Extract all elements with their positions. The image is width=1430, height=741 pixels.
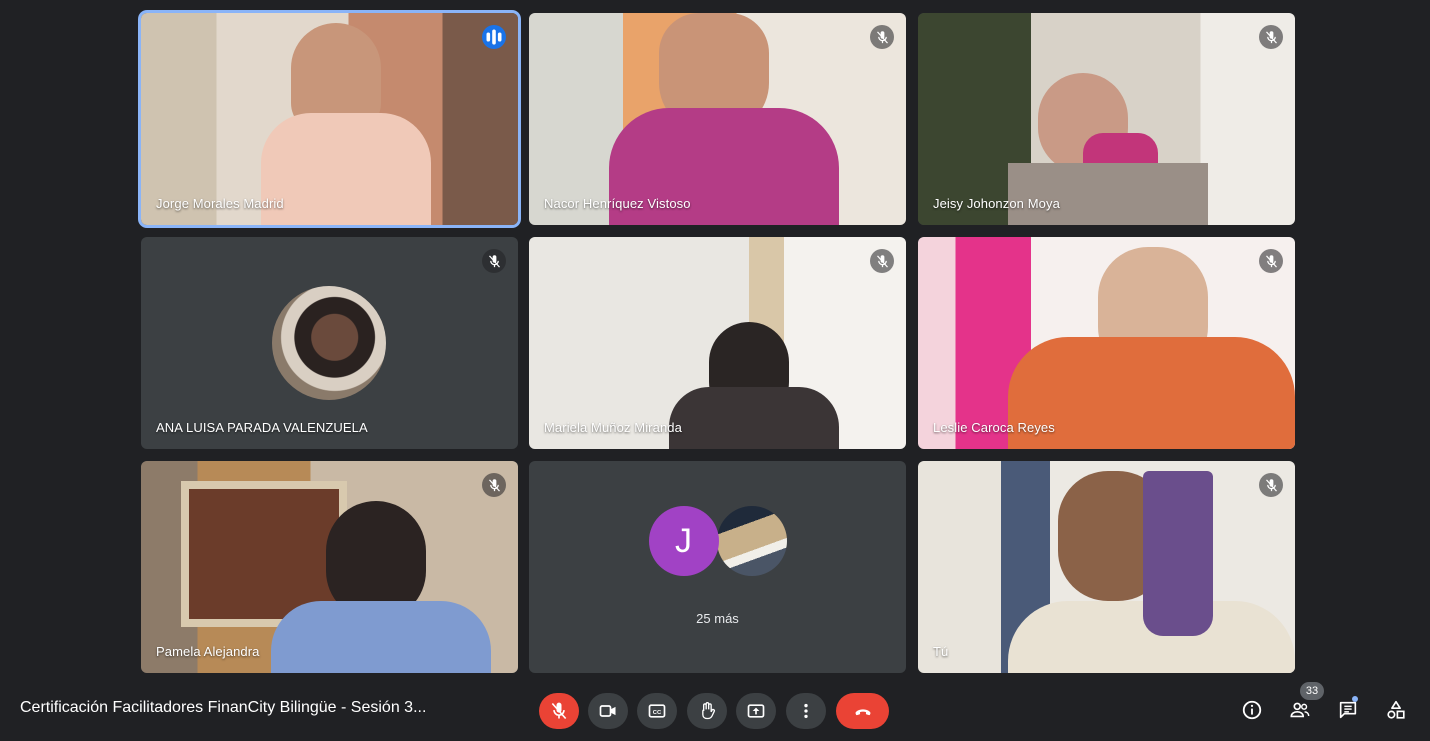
captions-icon: CC: [648, 704, 666, 718]
phone-hangup-icon: [855, 709, 870, 716]
hand-icon: [702, 702, 715, 720]
raise-hand-button[interactable]: [687, 693, 727, 729]
more-participants-tile[interactable]: J 25 más: [529, 461, 906, 673]
mic-off-icon: [1259, 249, 1283, 273]
participant-tile-pamela[interactable]: Pamela Alejandra: [141, 461, 518, 673]
chat-notification-dot: [1352, 696, 1358, 702]
mic-off-icon: [482, 473, 506, 497]
video-feed: [141, 461, 518, 673]
video-feed: [141, 13, 518, 225]
participant-name: Mariela Muñoz Miranda: [544, 420, 682, 435]
meeting-details-button[interactable]: [1239, 697, 1265, 723]
avatar: J: [648, 506, 719, 576]
avatar: [272, 286, 386, 400]
participant-name: Leslie Caroca Reyes: [933, 420, 1055, 435]
avatar: [716, 506, 787, 576]
mic-toggle-button[interactable]: [539, 693, 579, 729]
mic-off-icon: [482, 249, 506, 273]
people-icon: [1290, 702, 1310, 718]
present-screen-button[interactable]: [736, 693, 776, 729]
participant-name: Jeisy Johonzon Moya: [933, 196, 1060, 211]
present-icon: [747, 704, 765, 718]
participant-count-badge: 33: [1300, 682, 1324, 700]
video-grid: Jorge Morales Madrid Nacor Henríquez Vis…: [0, 0, 1430, 680]
participant-name: Pamela Alejandra: [156, 644, 260, 659]
speaking-indicator-icon: [482, 25, 506, 49]
video-feed: [918, 13, 1295, 225]
shapes-icon: [1387, 700, 1405, 719]
info-icon: [1242, 700, 1262, 720]
participant-name: Jorge Morales Madrid: [156, 196, 284, 211]
more-participants-label: 25 más: [696, 611, 739, 626]
activities-button[interactable]: [1383, 697, 1409, 723]
more-options-button[interactable]: [786, 693, 826, 729]
participant-tile-jeisy[interactable]: Jeisy Johonzon Moya: [918, 13, 1295, 225]
mic-off-icon: [870, 25, 894, 49]
mic-off-icon: [1259, 25, 1283, 49]
participant-name: Tú: [933, 644, 949, 659]
participant-tile-nacor[interactable]: Nacor Henríquez Vistoso: [529, 13, 906, 225]
mic-off-icon: [870, 249, 894, 273]
video-feed: [918, 237, 1295, 449]
people-button[interactable]: [1287, 697, 1313, 723]
participant-name: ANA LUISA PARADA VALENZUELA: [156, 420, 368, 435]
camera-toggle-button[interactable]: [588, 693, 628, 729]
svg-text:CC: CC: [653, 710, 662, 716]
video-feed: [529, 237, 906, 449]
participant-tile-leslie[interactable]: Leslie Caroca Reyes: [918, 237, 1295, 449]
participant-name: Nacor Henríquez Vistoso: [544, 196, 691, 211]
participant-tile-ana[interactable]: ANA LUISA PARADA VALENZUELA: [141, 237, 518, 449]
more-vertical-icon: [804, 703, 808, 719]
bottom-toolbar: Certificación Facilitadores FinanCity Bi…: [0, 680, 1430, 741]
chat-icon: [1339, 701, 1357, 719]
participant-tile-jorge[interactable]: Jorge Morales Madrid: [141, 13, 518, 225]
video-feed: [529, 13, 906, 225]
meeting-title: Certificación Facilitadores FinanCity Bi…: [20, 699, 427, 716]
more-participants-avatars: J: [529, 506, 906, 576]
captions-button[interactable]: CC: [637, 693, 677, 729]
camera-icon: [599, 705, 616, 717]
participant-tile-self[interactable]: Tú: [918, 461, 1295, 673]
video-feed: [918, 461, 1295, 673]
leave-call-button[interactable]: [836, 693, 889, 729]
mic-off-icon: [1259, 473, 1283, 497]
participant-tile-mariela[interactable]: Mariela Muñoz Miranda: [529, 237, 906, 449]
mic-off-icon: [551, 702, 567, 720]
